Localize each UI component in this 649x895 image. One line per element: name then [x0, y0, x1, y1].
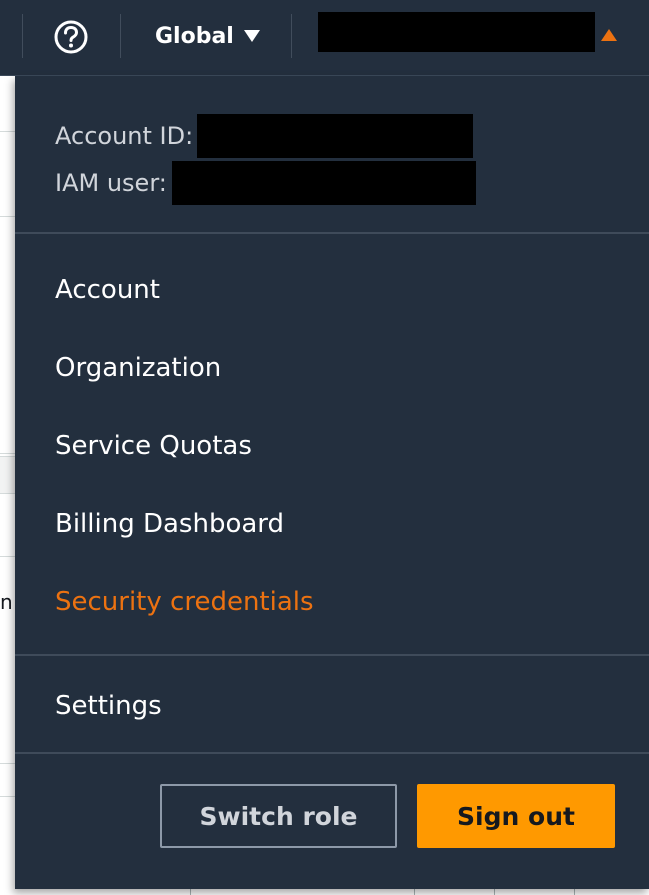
menu-item-security-credentials[interactable]: Security credentials	[55, 582, 314, 622]
account-dropdown-menu: Account ID: IAM user: Account Organizati…	[15, 76, 649, 889]
menu-item-settings[interactable]: Settings	[55, 686, 162, 726]
nav-divider	[291, 14, 292, 58]
redacted-iam-user	[171, 161, 476, 205]
redacted-account-id	[197, 114, 474, 158]
nav-divider	[22, 14, 23, 58]
menu-divider	[15, 752, 649, 754]
sign-out-button[interactable]: Sign out	[417, 784, 615, 848]
background-partial-text: n	[0, 590, 13, 614]
caret-up-icon	[601, 29, 617, 41]
account-id-label: Account ID:	[55, 122, 194, 150]
account-id-row: Account ID:	[55, 114, 474, 158]
region-selector[interactable]: Global	[155, 20, 260, 52]
region-label: Global	[155, 23, 234, 49]
page: n Global Account ID: IAM user: Account O…	[0, 0, 649, 895]
menu-item-account[interactable]: Account	[55, 270, 160, 310]
top-navigation-bar: Global	[0, 0, 649, 76]
account-menu-toggle[interactable]	[318, 12, 623, 54]
redacted-account-name	[318, 12, 595, 52]
menu-item-billing-dashboard[interactable]: Billing Dashboard	[55, 504, 284, 544]
help-circle-icon[interactable]	[52, 18, 90, 56]
iam-user-row: IAM user:	[55, 161, 476, 205]
nav-divider	[120, 14, 121, 58]
switch-role-button[interactable]: Switch role	[160, 784, 397, 848]
menu-divider	[15, 654, 649, 656]
iam-user-label: IAM user:	[55, 169, 167, 197]
menu-divider	[15, 232, 649, 234]
caret-down-icon	[243, 30, 260, 42]
menu-item-service-quotas[interactable]: Service Quotas	[55, 426, 252, 466]
menu-item-organization[interactable]: Organization	[55, 348, 221, 388]
